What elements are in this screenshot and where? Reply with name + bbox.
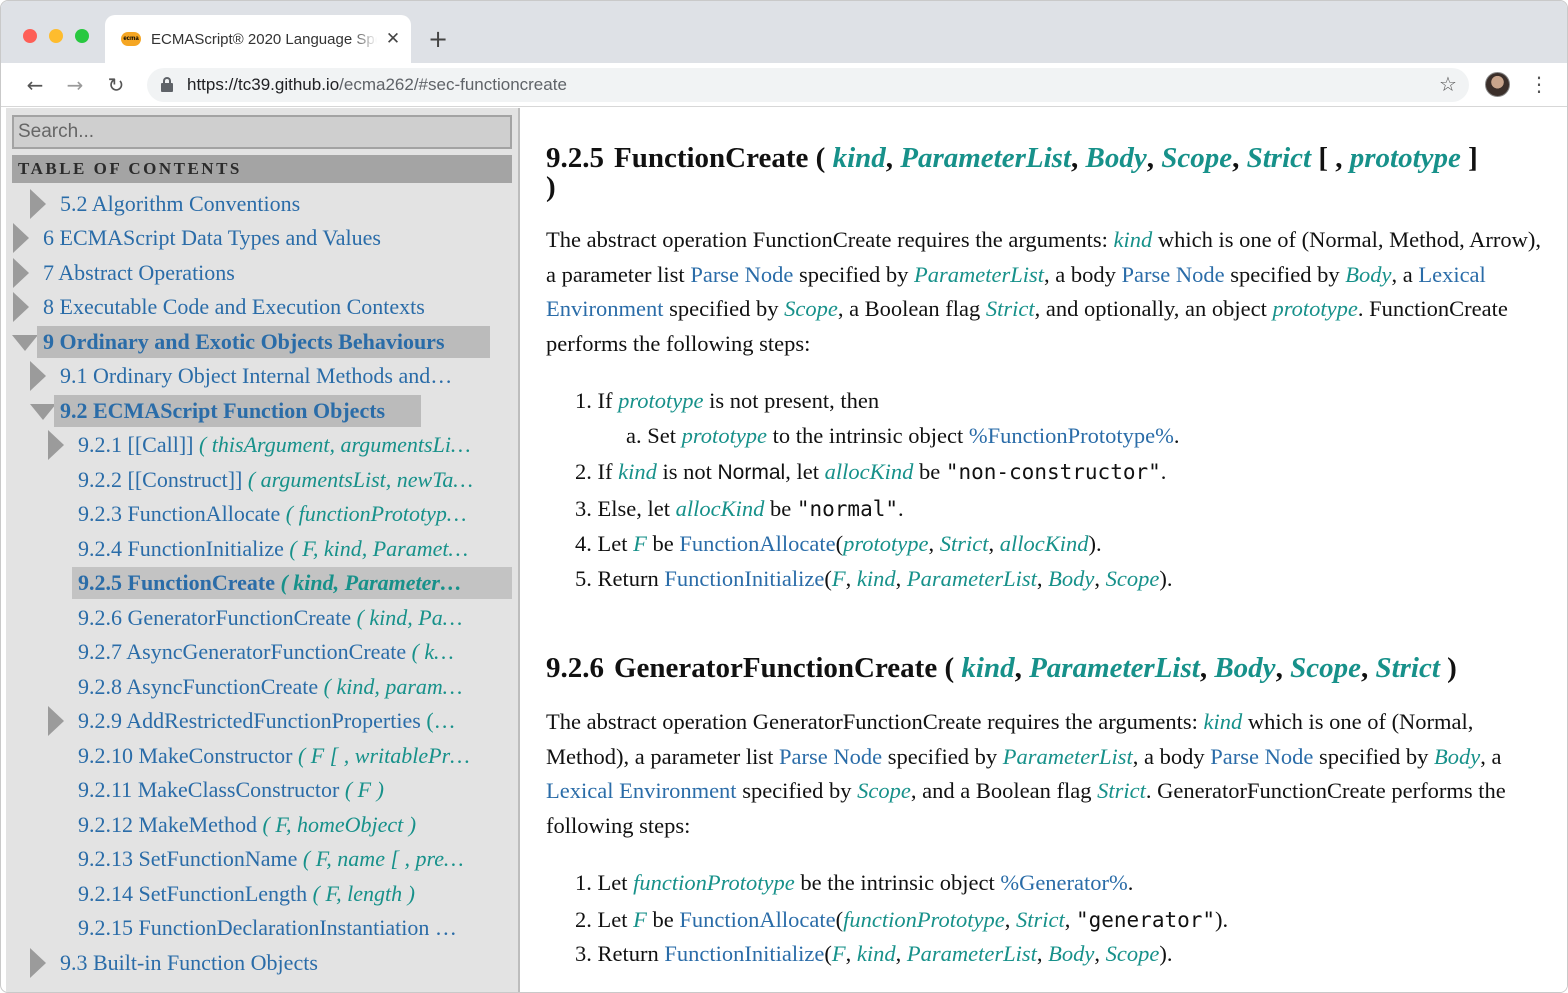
toc-item-9-2-3[interactable]: 9.2.3 FunctionAllocate ( functionPrototy… <box>78 498 512 530</box>
toc-item-5-2[interactable]: 5.2 Algorithm Conventions <box>60 188 510 220</box>
toc-item-9[interactable]: 9 Ordinary and Exotic Objects Behaviours <box>37 326 490 358</box>
tab-title-fade <box>351 29 377 51</box>
algorithm-substep: a. Set prototype to the intrinsic object… <box>626 423 1180 448</box>
section-description: The abstract operation FunctionCreate re… <box>546 227 1541 356</box>
toc-item-9-2-11[interactable]: 9.2.11 MakeClassConstructor ( F ) <box>78 774 512 806</box>
toc-item-9-2-6[interactable]: 9.2.6 GeneratorFunctionCreate ( kind, Pa… <box>78 602 512 634</box>
section-heading-9-2-6: 9.2.6 GeneratorFunctionCreate ( kind, Par… <box>546 652 1457 684</box>
address-bar[interactable]: https://tc39.github.io/ecma262/#sec-func… <box>147 68 1469 102</box>
expand-triangle-icon[interactable] <box>30 948 46 978</box>
generator-link[interactable]: %Generator% <box>1000 870 1127 895</box>
section-heading-close-paren: ) <box>546 171 556 203</box>
search-input[interactable] <box>12 115 512 149</box>
minimize-window-button[interactable] <box>49 29 63 43</box>
algorithm-step: 2. Let F be FunctionAllocate(functionPro… <box>575 907 1229 932</box>
expand-triangle-icon[interactable] <box>48 706 64 736</box>
toc-item-9-3[interactable]: 9.3 Built-in Function Objects <box>60 947 512 979</box>
parse-node-link[interactable]: Parse Node <box>690 262 793 287</box>
expand-triangle-icon[interactable] <box>13 292 29 322</box>
toc-item-9-2-13[interactable]: 9.2.13 SetFunctionName ( F, name [ , pre… <box>78 843 512 875</box>
expand-triangle-icon[interactable] <box>30 361 46 391</box>
toc-item-6[interactable]: 6 ECMAScript Data Types and Values <box>43 222 510 254</box>
toc-item-9-2-14[interactable]: 9.2.14 SetFunctionLength ( F, length ) <box>78 878 512 910</box>
expand-triangle-icon[interactable] <box>13 223 29 253</box>
toc-header: TABLE OF CONTENTS <box>12 155 512 183</box>
section-heading-9-2-5: 9.2.5 FunctionCreate ( kind, ParameterLis… <box>546 142 1478 174</box>
main-content: 9.2.5 FunctionCreate ( kind, ParameterLis… <box>522 108 1567 992</box>
star-icon[interactable]: ☆ <box>1437 71 1459 97</box>
url-host: https://tc39.github.io <box>187 75 340 94</box>
ecma-favicon-icon: ecma <box>121 32 141 46</box>
toc-item-9-2-10[interactable]: 9.2.10 MakeConstructor ( F [ , writableP… <box>78 740 512 772</box>
tab-strip: ecma ECMAScript® 2020 Language Specifica… <box>1 1 1567 63</box>
url-text[interactable]: https://tc39.github.io/ecma262/#sec-func… <box>187 74 567 96</box>
close-icon[interactable]: ✕ <box>383 27 403 51</box>
reload-icon[interactable]: ↻ <box>102 71 130 99</box>
tab-title: ECMAScript® 2020 Language Specification <box>151 31 377 48</box>
arrow-left-icon[interactable]: ← <box>21 71 49 99</box>
collapse-triangle-icon[interactable] <box>12 335 38 351</box>
parse-node-link[interactable]: Parse Node <box>779 744 882 769</box>
toc-item-9-2-8[interactable]: 9.2.8 AsyncFunctionCreate ( kind, param… <box>78 671 512 703</box>
toc-item-9-2-15[interactable]: 9.2.15 FunctionDeclarationInstantiation … <box>78 912 512 944</box>
function-allocate-link[interactable]: FunctionAllocate <box>679 907 835 932</box>
sidebar: TABLE OF CONTENTS 5.2 Algorithm Conventi… <box>6 108 520 992</box>
expand-triangle-icon[interactable] <box>48 430 64 460</box>
toc-item-9-2-9[interactable]: 9.2.9 AddRestrictedFunctionProperties (… <box>78 705 512 737</box>
parse-node-link[interactable]: Parse Node <box>1210 744 1313 769</box>
algorithm-step: 1. Let functionPrototype be the intrinsi… <box>575 870 1134 895</box>
lexical-environment-link[interactable]: Lexical Environment <box>546 778 737 803</box>
collapse-triangle-icon[interactable] <box>30 404 56 420</box>
section-description: The abstract operation GeneratorFunction… <box>546 709 1506 838</box>
algorithm-step: 2. If kind is not Normal, let allocKind … <box>575 459 1167 484</box>
toc-item-9-2-1[interactable]: 9.2.1 [[Call]] ( thisArgument, arguments… <box>78 429 512 461</box>
algorithm-step: 1. If prototype is not present, then <box>575 388 880 413</box>
algorithm-step: 3. Return FunctionInitialize(F, kind, Pa… <box>575 941 1173 966</box>
toc-item-9-1[interactable]: 9.1 Ordinary Object Internal Methods and… <box>60 360 512 392</box>
function-prototype-link[interactable]: %FunctionPrototype% <box>969 423 1174 448</box>
expand-triangle-icon[interactable] <box>13 258 29 288</box>
function-allocate-link[interactable]: FunctionAllocate <box>679 531 835 556</box>
url-path: /ecma262/#sec-functioncreate <box>339 75 567 94</box>
toc-item-9-2-2[interactable]: 9.2.2 [[Construct]] ( argumentsList, new… <box>78 464 512 496</box>
expand-triangle-icon[interactable] <box>30 189 46 219</box>
parse-node-link[interactable]: Parse Node <box>1122 262 1225 287</box>
algorithm-step: 3. Else, let allocKind be "normal". <box>575 496 904 521</box>
algorithm-step: 5. Return FunctionInitialize(F, kind, Pa… <box>575 566 1173 591</box>
browser-window: ecma ECMAScript® 2020 Language Specifica… <box>0 0 1568 993</box>
toc-item-9-2[interactable]: 9.2 ECMAScript Function Objects <box>54 395 421 427</box>
toc-item-9-2-12[interactable]: 9.2.12 MakeMethod ( F, homeObject ) <box>78 809 512 841</box>
toc-item-9-2-4[interactable]: 9.2.4 FunctionInitialize ( F, kind, Para… <box>78 533 512 565</box>
active-tab[interactable]: ecma ECMAScript® 2020 Language Specifica… <box>105 15 411 63</box>
toc-item-9-2-5-selected[interactable]: 9.2.5 FunctionCreate ( kind, Parameter… <box>72 567 512 599</box>
function-initialize-link[interactable]: FunctionInitialize <box>664 941 824 966</box>
kebab-menu-icon[interactable]: ⋮ <box>1529 71 1549 97</box>
toc-item-8[interactable]: 8 Executable Code and Execution Contexts <box>43 291 510 323</box>
lock-icon[interactable] <box>161 77 173 93</box>
algorithm-step: 4. Let F be FunctionAllocate(prototype, … <box>575 531 1102 556</box>
arrow-right-icon[interactable]: → <box>61 71 89 99</box>
toc-item-7[interactable]: 7 Abstract Operations <box>43 257 510 289</box>
function-initialize-link[interactable]: FunctionInitialize <box>664 566 824 591</box>
toc-item-9-2-7[interactable]: 9.2.7 AsyncGeneratorFunctionCreate ( k… <box>78 636 512 668</box>
plus-icon[interactable]: + <box>425 25 451 53</box>
avatar[interactable] <box>1485 72 1510 97</box>
maximize-window-button[interactable] <box>75 29 89 43</box>
browser-toolbar: ← → ↻ https://tc39.github.io/ecma262/#se… <box>1 63 1567 107</box>
close-window-button[interactable] <box>23 29 37 43</box>
